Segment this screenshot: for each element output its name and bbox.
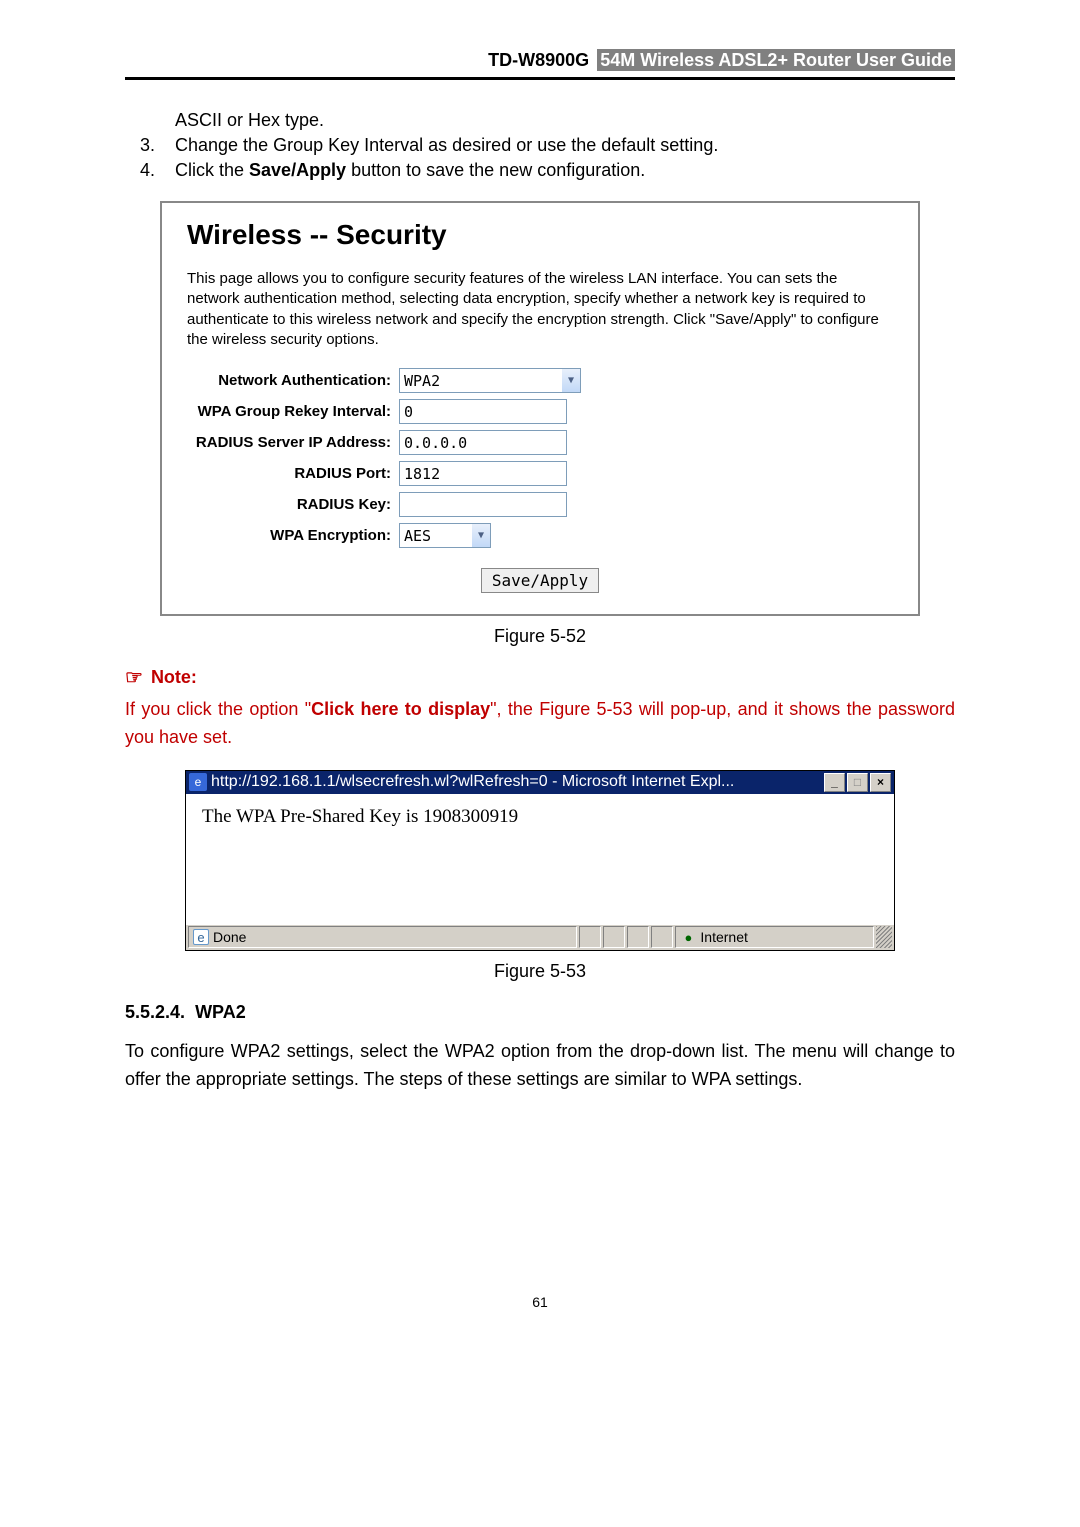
select-wpa-encryption[interactable]: AES ▼ xyxy=(399,523,491,548)
label-radius-ip: RADIUS Server IP Address: xyxy=(187,434,399,451)
page-header: TD-W8900G 54M Wireless ADSL2+ Router Use… xyxy=(125,50,955,80)
select-network-auth-value: WPA2 xyxy=(404,372,440,390)
ie-titlebar: e http://192.168.1.1/wlsecrefresh.wl?wlR… xyxy=(186,771,894,794)
ie-status-done: e Done xyxy=(188,926,577,948)
internet-zone-icon: ● xyxy=(680,929,696,945)
step-4-text: Click the Save/Apply button to save the … xyxy=(175,160,645,181)
step-4-number: 4. xyxy=(140,160,175,181)
select-network-auth[interactable]: WPA2 ▼ xyxy=(399,368,581,393)
close-button[interactable]: × xyxy=(870,773,891,792)
status-cell xyxy=(579,926,601,948)
note-body: If you click the option "Click here to d… xyxy=(125,696,955,752)
input-radius-port[interactable] xyxy=(399,461,567,486)
ie-popup-window: e http://192.168.1.1/wlsecrefresh.wl?wlR… xyxy=(185,770,895,951)
step-3-number: 3. xyxy=(140,135,175,156)
header-title: 54M Wireless ADSL2+ Router User Guide xyxy=(597,49,955,71)
ie-status-bar: e Done ● Internet xyxy=(186,924,894,950)
minimize-button[interactable]: _ xyxy=(824,773,845,792)
page-number: 61 xyxy=(125,1294,955,1310)
wireless-security-panel: Wireless -- Security This page allows yo… xyxy=(160,201,920,616)
save-apply-button[interactable]: Save/Apply xyxy=(481,568,599,593)
input-radius-key[interactable] xyxy=(399,492,567,517)
label-wpa-encryption: WPA Encryption: xyxy=(187,527,399,544)
label-network-auth: Network Authentication: xyxy=(187,372,399,389)
ie-window-title: http://192.168.1.1/wlsecrefresh.wl?wlRef… xyxy=(211,773,820,791)
panel-title: Wireless -- Security xyxy=(187,219,893,251)
ie-status-zone: ● Internet xyxy=(675,926,874,948)
page-done-icon: e xyxy=(193,929,209,945)
ie-app-icon: e xyxy=(189,773,207,791)
input-radius-ip[interactable] xyxy=(399,430,567,455)
section-heading: 5.5.2.4. WPA2 xyxy=(125,1002,955,1023)
chevron-down-icon: ▼ xyxy=(562,369,580,392)
figure-caption-52: Figure 5-52 xyxy=(125,626,955,647)
select-wpa-encryption-value: AES xyxy=(404,527,431,545)
ie-status-cells xyxy=(579,926,673,948)
status-cell xyxy=(651,926,673,948)
panel-description: This page allows you to configure securi… xyxy=(187,269,893,350)
step-3-text: Change the Group Key Interval as desired… xyxy=(175,135,718,156)
header-model: TD-W8900G xyxy=(488,50,589,70)
intro-text: ASCII or Hex type. xyxy=(175,110,955,131)
label-radius-key: RADIUS Key: xyxy=(187,496,399,513)
hand-pointing-icon: ☞ xyxy=(125,665,143,690)
figure-caption-53: Figure 5-53 xyxy=(125,961,955,982)
resize-grip-icon[interactable] xyxy=(876,926,892,948)
ie-content: The WPA Pre-Shared Key is 1908300919 xyxy=(186,794,894,924)
input-rekey-interval[interactable] xyxy=(399,399,567,424)
label-rekey-interval: WPA Group Rekey Interval: xyxy=(187,403,399,420)
chevron-down-icon: ▼ xyxy=(472,524,490,547)
label-radius-port: RADIUS Port: xyxy=(187,465,399,482)
step-4: 4. Click the Save/Apply button to save t… xyxy=(140,160,955,181)
wpa2-paragraph: To configure WPA2 settings, select the W… xyxy=(125,1038,955,1094)
maximize-button[interactable]: □ xyxy=(847,773,868,792)
note-heading: ☞ Note: xyxy=(125,665,955,690)
status-cell xyxy=(627,926,649,948)
step-3: 3. Change the Group Key Interval as desi… xyxy=(140,135,955,156)
status-cell xyxy=(603,926,625,948)
note-label: Note: xyxy=(151,667,197,688)
